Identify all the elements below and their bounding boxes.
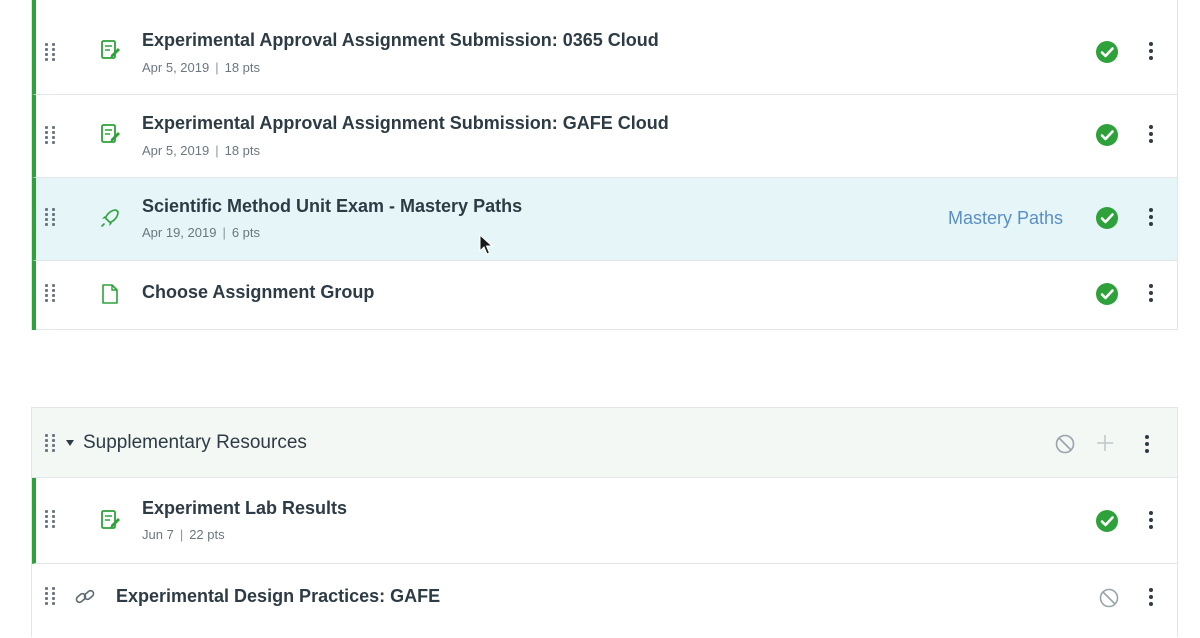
module-item-row[interactable]: Experiment Lab Results Jun 7 | 22 pts <box>32 478 1177 564</box>
assignment-icon <box>101 124 120 143</box>
published-check-icon[interactable] <box>1096 41 1118 63</box>
kebab-menu-icon[interactable] <box>1144 435 1150 455</box>
item-points: 18 pts <box>224 143 261 158</box>
link-icon <box>75 589 95 604</box>
item-meta: Apr 5, 2019 | 18 pts <box>142 60 261 75</box>
item-title[interactable]: Experiment Lab Results <box>142 498 347 519</box>
drag-handle-icon[interactable] <box>45 126 57 146</box>
item-points: 18 pts <box>224 60 261 75</box>
item-title[interactable]: Experimental Approval Assignment Submiss… <box>142 113 669 134</box>
item-title[interactable]: Choose Assignment Group <box>142 282 374 303</box>
kebab-menu-icon[interactable] <box>1148 208 1154 228</box>
module-item-row[interactable]: Choose Assignment Group <box>32 261 1177 330</box>
drag-handle-icon[interactable] <box>45 510 57 530</box>
drag-handle-icon[interactable] <box>45 284 57 304</box>
collapse-caret-icon[interactable] <box>66 440 74 446</box>
item-meta: Apr 19, 2019 | 6 pts <box>142 225 261 240</box>
module-title[interactable]: Supplementary Resources <box>83 432 307 454</box>
kebab-menu-icon[interactable] <box>1148 125 1154 145</box>
module-item-row[interactable]: Experimental Approval Assignment Submiss… <box>32 0 1177 95</box>
module-item-row[interactable]: Experimental Design Practices: GAFE <box>32 564 1177 638</box>
item-title[interactable]: Experimental Design Practices: GAFE <box>116 586 440 607</box>
mastery-paths-link[interactable]: Mastery Paths <box>948 208 1063 229</box>
kebab-menu-icon[interactable] <box>1148 284 1154 304</box>
drag-handle-icon[interactable] <box>45 587 57 607</box>
item-points: 22 pts <box>189 527 225 542</box>
published-check-icon[interactable] <box>1096 283 1118 305</box>
item-title[interactable]: Scientific Method Unit Exam - Mastery Pa… <box>142 196 522 217</box>
item-points: 6 pts <box>231 225 261 240</box>
drag-handle-icon[interactable] <box>45 434 57 454</box>
plus-icon[interactable] <box>1095 433 1115 453</box>
quiz-rocket-icon <box>101 209 119 227</box>
item-meta: Apr 5, 2019 | 18 pts <box>142 143 261 158</box>
published-check-icon[interactable] <box>1096 207 1118 229</box>
assignment-icon <box>101 40 120 59</box>
published-check-icon[interactable] <box>1096 124 1118 146</box>
drag-handle-icon[interactable] <box>45 208 57 228</box>
item-date: Jun 7 <box>142 527 174 542</box>
item-meta: Jun 7 | 22 pts <box>142 527 225 542</box>
module-supplementary-resources: Supplementary Resources Experiment Lab R… <box>31 407 1178 637</box>
published-check-icon[interactable] <box>1096 510 1118 532</box>
assignment-icon <box>101 510 120 529</box>
module-item-row[interactable]: Experimental Approval Assignment Submiss… <box>32 95 1177 178</box>
unpublished-circle-icon[interactable] <box>1098 587 1120 609</box>
page-icon <box>102 284 118 304</box>
drag-handle-icon[interactable] <box>45 43 57 63</box>
item-date: Apr 5, 2019 <box>142 143 210 158</box>
item-title[interactable]: Experimental Approval Assignment Submiss… <box>142 30 659 51</box>
item-date: Apr 19, 2019 <box>142 225 217 240</box>
kebab-menu-icon[interactable] <box>1148 588 1154 608</box>
item-date: Apr 5, 2019 <box>142 60 210 75</box>
module-header[interactable]: Supplementary Resources <box>32 408 1177 478</box>
module-experimental: Experimental Approval Assignment Submiss… <box>31 0 1178 330</box>
mouse-cursor-icon <box>479 234 494 255</box>
unpublished-circle-icon[interactable] <box>1054 433 1076 455</box>
kebab-menu-icon[interactable] <box>1148 511 1154 531</box>
module-item-row[interactable]: Scientific Method Unit Exam - Mastery Pa… <box>32 178 1177 261</box>
kebab-menu-icon[interactable] <box>1148 42 1154 62</box>
